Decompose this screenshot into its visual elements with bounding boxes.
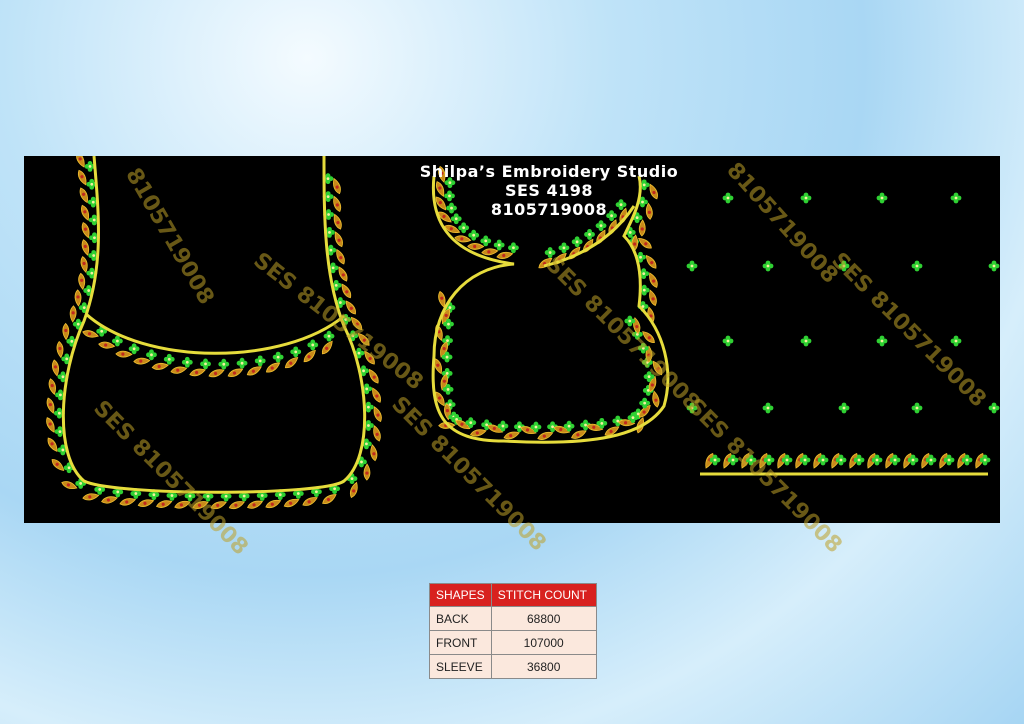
leaf-motif <box>368 443 379 462</box>
flower-motif <box>307 339 319 351</box>
flower-motif <box>146 349 157 361</box>
flower-motif <box>508 242 519 254</box>
leaf-motif <box>301 347 318 365</box>
table-row: SLEEVE 36800 <box>429 654 597 679</box>
leaf-motif <box>366 367 382 386</box>
leaf-motif <box>69 305 77 323</box>
leaf-motif <box>155 498 174 510</box>
header-stitch-count: STITCH COUNT <box>490 583 597 607</box>
leaf-motif <box>136 497 155 509</box>
flower-motif <box>468 229 480 241</box>
leaf-motif <box>282 354 301 371</box>
leaf-motif <box>320 491 339 507</box>
shape-cell: FRONT <box>429 630 492 655</box>
leaf-motif <box>348 480 360 500</box>
back-outline <box>61 156 367 494</box>
leaf-motif <box>467 242 485 251</box>
leaf-motif <box>363 463 371 481</box>
leaf-motif <box>495 250 514 261</box>
butta-motif <box>911 260 923 272</box>
leaf-motif <box>118 496 137 508</box>
table-row: FRONT 107000 <box>429 630 597 655</box>
flower-motif <box>480 235 492 247</box>
leaf-motif <box>115 350 133 358</box>
leaf-motif <box>55 340 65 359</box>
leaf-motif <box>169 364 188 376</box>
count-cell: 36800 <box>490 654 597 679</box>
count-cell: 68800 <box>490 606 597 631</box>
shape-cell: BACK <box>429 606 492 631</box>
table-header-row: SHAPES STITCH COUNT <box>429 583 597 607</box>
flower-motif <box>290 346 302 358</box>
flower-motif <box>458 222 470 234</box>
leaf-motif <box>44 396 57 415</box>
flower-motif <box>584 229 595 240</box>
studio-phone: 8105719008 <box>490 200 608 219</box>
butta-motif <box>988 260 1000 272</box>
butta-motif <box>988 402 1000 414</box>
butta-motif <box>686 260 698 272</box>
butta-motif <box>762 402 774 414</box>
butta-motif <box>722 335 734 347</box>
butta-motif <box>800 335 812 347</box>
butta-motif <box>950 335 962 347</box>
flower-motif <box>236 357 248 369</box>
leaf-motif <box>371 424 383 443</box>
flower-motif <box>218 358 230 370</box>
leaf-motif <box>47 377 58 396</box>
flower-motif <box>558 242 570 254</box>
butta-motif <box>800 192 812 204</box>
leaf-motif <box>636 235 654 251</box>
header-shapes: SHAPES <box>429 583 492 607</box>
stitch-count-table: SHAPES STITCH COUNT BACK 68800 FRONT 107… <box>429 583 597 679</box>
studio-name: Shilpa’s Embroidery Studio <box>419 162 679 181</box>
count-cell: 107000 <box>490 630 597 655</box>
butta-motif <box>762 260 774 272</box>
table-row: BACK 68800 <box>429 606 597 631</box>
leaf-motif <box>79 255 90 274</box>
butta-motif <box>911 402 923 414</box>
leaf-motif <box>81 491 100 502</box>
leaf-motif <box>638 219 647 237</box>
shape-cell: SLEEVE <box>429 654 492 679</box>
leaf-motif <box>643 253 659 271</box>
flower-motif <box>595 220 607 232</box>
butta-motif <box>876 335 888 347</box>
leaf-motif <box>79 238 92 257</box>
flower-motif <box>181 356 193 368</box>
flower-motif <box>128 343 140 355</box>
leaf-motif <box>133 357 151 366</box>
leaf-motif <box>50 358 61 377</box>
leaf-motif <box>100 494 119 506</box>
flower-motif <box>571 236 583 248</box>
leaf-motif <box>151 361 169 371</box>
leaf-motif <box>45 435 61 454</box>
design-code: SES 4198 <box>504 181 594 200</box>
flower-motif <box>163 353 175 365</box>
leaf-motif <box>62 322 70 341</box>
leaf-motif <box>646 288 659 307</box>
back-neck-curve <box>85 312 345 355</box>
leaf-motif <box>74 289 82 307</box>
flower-motif <box>272 351 284 363</box>
leaf-motif <box>481 247 499 257</box>
flower-motif <box>200 358 211 370</box>
leaf-motif <box>319 338 336 357</box>
design-preview-panel: Shilpa’s Embroidery Studio SES 4198 8105… <box>24 156 1000 560</box>
butta-motif <box>722 192 734 204</box>
leaf-motif <box>60 479 79 492</box>
flower-motif <box>254 355 266 367</box>
leaf-motif <box>188 366 207 378</box>
leaf-motif <box>650 390 661 409</box>
studio-label: Shilpa’s Embroidery Studio SES 4198 8105… <box>414 162 684 219</box>
leaf-motif <box>77 272 87 291</box>
flower-motif <box>493 239 505 251</box>
leaf-motif <box>502 429 521 442</box>
butta-motif <box>838 402 850 414</box>
leaf-motif <box>264 359 282 375</box>
leaf-motif <box>49 456 67 474</box>
butta-motif <box>876 192 888 204</box>
leaf-motif <box>79 221 92 240</box>
butta-motif <box>950 192 962 204</box>
